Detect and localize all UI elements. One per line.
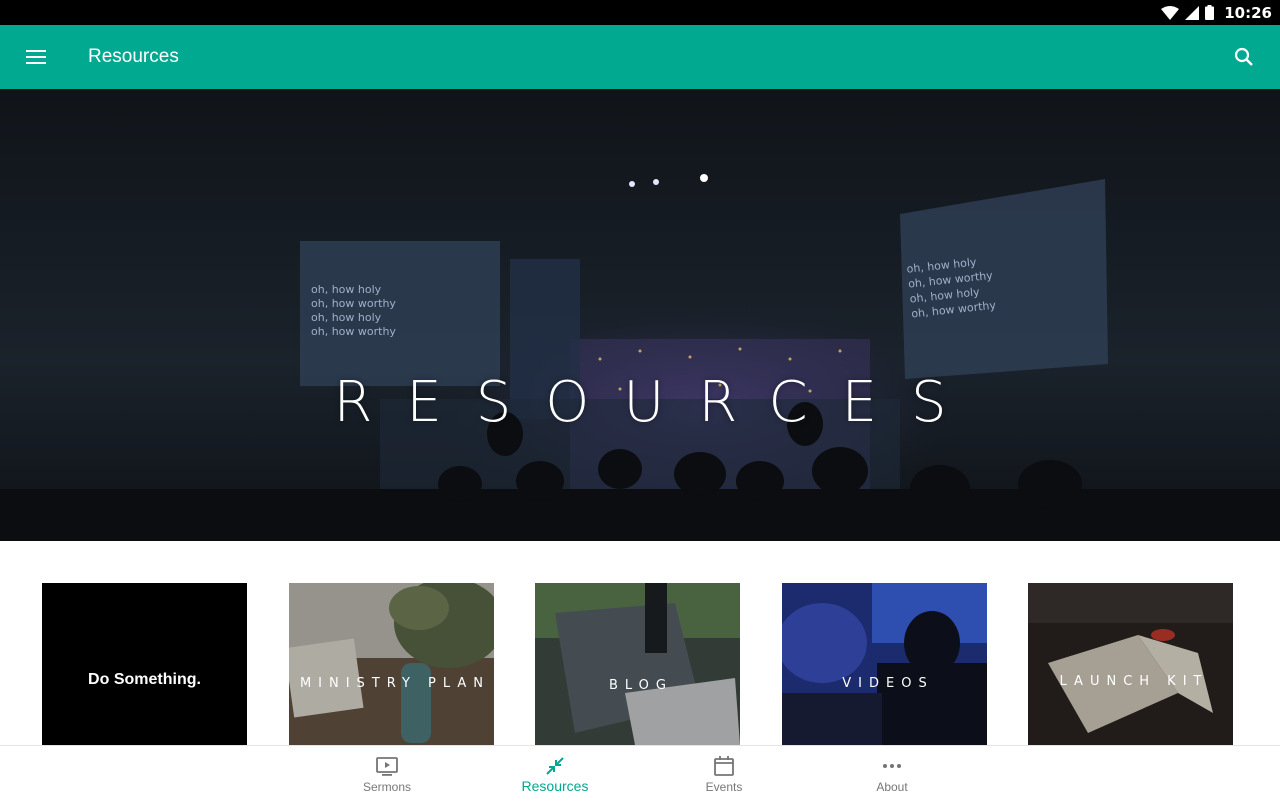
card-label: VIDEOS [842, 676, 934, 691]
nav-item-sermons[interactable]: Sermons [327, 746, 447, 801]
card-label: BLOG [608, 678, 673, 693]
bottom-navigation: Sermons Resources Events About [0, 745, 1280, 800]
card-ministry-plan[interactable]: MINISTRY PLAN [289, 583, 494, 745]
battery-icon [1205, 5, 1215, 20]
card-image [42, 583, 247, 745]
nav-label: Sermons [362, 780, 412, 794]
search-icon [1234, 47, 1253, 66]
hero-title: RESOURCES [333, 370, 981, 435]
page-title: Resources [88, 46, 179, 67]
card-image [289, 583, 494, 745]
nav-label: Resources [521, 778, 589, 794]
card-do-something[interactable]: Do Something. [42, 583, 247, 745]
calendar-icon [714, 756, 734, 776]
card-image [535, 583, 740, 745]
card-label: Do Something. [88, 671, 201, 688]
app-bar: Resources [0, 25, 1280, 89]
card-blog[interactable]: BLOG [535, 583, 740, 745]
nav-item-resources[interactable]: Resources [495, 746, 615, 801]
card-label: MINISTRY PLAN [299, 676, 491, 691]
status-time: 10:26 [1224, 3, 1272, 22]
screen-lyric-line: oh, how worthy [311, 325, 396, 338]
screen-lyrics-right: oh, how holy oh, how worthy oh, how holy… [906, 255, 997, 320]
card-launch-kit[interactable]: LAUNCH KIT [1028, 583, 1233, 745]
card-image [1028, 583, 1233, 745]
nav-label: Events [705, 780, 743, 794]
hero-banner: oh, how holy oh, how worthy oh, how holy… [0, 89, 1280, 541]
status-icons: 10:26 [1161, 0, 1272, 25]
screen-lyric-line: oh, how holy [311, 283, 382, 296]
signal-icon [1185, 5, 1200, 20]
card-image [782, 583, 987, 745]
menu-button[interactable] [14, 35, 58, 79]
hamburger-menu-icon [26, 50, 46, 64]
nav-item-about[interactable]: About [832, 746, 952, 801]
wifi-icon [1161, 5, 1180, 20]
resource-card-grid: Do Something. MINISTRY PLAN BLOG VIDEOS … [0, 541, 1280, 745]
collapse-arrows-icon [546, 757, 564, 775]
card-label: LAUNCH KIT [1059, 674, 1209, 689]
screen-lyric-line: oh, how holy [311, 311, 382, 324]
video-icon [376, 757, 398, 776]
card-videos[interactable]: VIDEOS [782, 583, 987, 745]
search-button[interactable] [1222, 35, 1266, 79]
hero-background-image [0, 89, 1280, 541]
screen-lyrics-left: oh, how holy oh, how worthy oh, how holy… [311, 283, 396, 338]
nav-label: About [876, 780, 908, 794]
screen-lyric-line: oh, how worthy [311, 297, 396, 310]
status-bar: 10:26 [0, 0, 1280, 25]
more-dots-icon [883, 764, 901, 768]
nav-item-events[interactable]: Events [664, 746, 784, 801]
